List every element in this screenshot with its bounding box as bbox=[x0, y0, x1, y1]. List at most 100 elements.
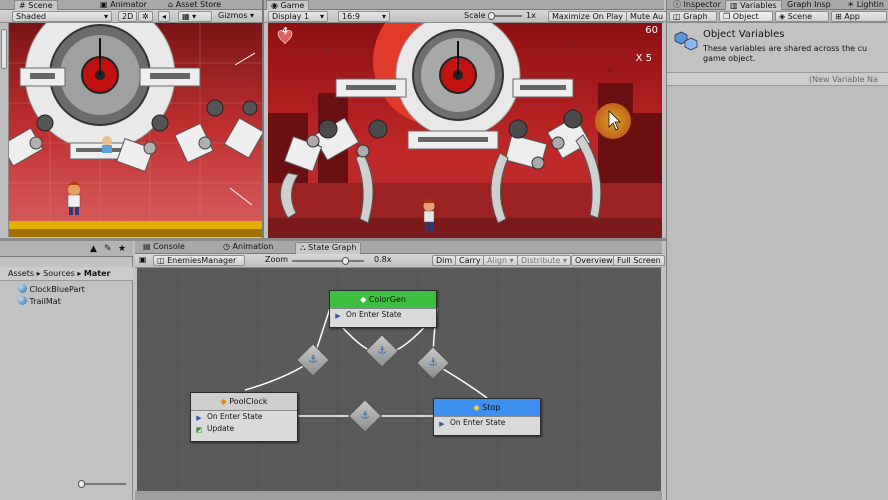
graph-breadcrumb[interactable]: ◫ EnemiesManager bbox=[153, 255, 245, 266]
info-icon: ⓘ bbox=[673, 0, 681, 9]
icon-size-slider-thumb[interactable] bbox=[78, 480, 85, 488]
new-variable-row: (New Variable Na bbox=[667, 72, 888, 86]
event-icon: ▶ bbox=[335, 312, 341, 320]
state-node-header[interactable]: ◆ Stop bbox=[434, 399, 540, 417]
variables-description-line2: game object. bbox=[703, 54, 756, 63]
console-icon: ▤ bbox=[143, 242, 151, 251]
state-node-header[interactable]: ◆ ColorGen bbox=[330, 291, 436, 309]
state-node-event-row[interactable]: ▶ On Enter State bbox=[330, 309, 436, 321]
tab-game[interactable]: ◉ Game bbox=[266, 0, 310, 10]
scope-graph-label: Graph bbox=[683, 12, 708, 21]
tab-state-graph[interactable]: ⛬ State Graph bbox=[295, 242, 362, 254]
tag-icon[interactable]: ✎ bbox=[104, 244, 112, 254]
game-viewport[interactable]: 4 60 X 5 bbox=[268, 23, 662, 238]
project-list-item[interactable]: TrailMat bbox=[18, 296, 61, 307]
breadcrumb-sources[interactable]: Sources bbox=[43, 269, 75, 278]
tab-scene[interactable]: # Scene bbox=[14, 0, 58, 10]
event-label: On Enter State bbox=[207, 412, 263, 421]
tab-lighting[interactable]: ☀ Lightin bbox=[843, 0, 888, 10]
state-node-event-row[interactable]: ▶ On Enter State bbox=[434, 417, 540, 429]
inspector-panel: ⓘ Inspector ▥ Variables Graph Insp ☀ Lig… bbox=[666, 0, 888, 500]
audio-toggle[interactable]: ◂ bbox=[158, 11, 171, 22]
cubes-icon bbox=[673, 29, 699, 55]
star-icon[interactable]: ★ bbox=[118, 244, 126, 254]
effects-dropdown[interactable]: ▦ ▾ bbox=[178, 11, 212, 22]
unity-editor-window: # Scene ▣ Animator ⌂ Asset Store ◉ Game … bbox=[0, 0, 888, 500]
scene-icon: ◈ bbox=[779, 12, 786, 21]
new-variable-input[interactable]: (New Variable Na bbox=[809, 73, 878, 86]
breadcrumb-materials[interactable]: Mater bbox=[84, 269, 111, 278]
align-dropdown[interactable]: Align ▾ bbox=[483, 255, 518, 266]
gizmos-dropdown[interactable]: Gizmos ▾ bbox=[218, 11, 254, 22]
mute-audio-toggle[interactable]: Mute Au bbox=[626, 11, 668, 22]
score-counter: 60 bbox=[645, 25, 658, 36]
icon-size-slider[interactable] bbox=[78, 480, 126, 488]
chevron-down-icon: ▾ bbox=[250, 11, 255, 20]
carry-toggle[interactable]: Carry bbox=[455, 255, 485, 266]
graph-lock-icon[interactable]: ▣ bbox=[139, 255, 147, 266]
tab-inspector[interactable]: ⓘ Inspector bbox=[669, 0, 725, 10]
state-node-poolclock[interactable]: ◆ PoolClock ▶ On Enter State ◩ Update bbox=[190, 392, 298, 442]
scope-scene[interactable]: ◈ Scene bbox=[775, 11, 829, 22]
scene-scrollbar-thumb[interactable] bbox=[1, 29, 7, 69]
state-node-stop[interactable]: ◆ Stop ▶ On Enter State bbox=[433, 398, 541, 436]
project-breadcrumb: Assets ▸ Sources ▸ Mater bbox=[0, 267, 133, 281]
breadcrumb-assets[interactable]: Assets bbox=[8, 269, 34, 278]
scene-viewport[interactable] bbox=[0, 23, 262, 237]
scope-graph[interactable]: ◫ Graph bbox=[669, 11, 717, 22]
zoom-slider-thumb[interactable] bbox=[342, 257, 349, 265]
distribute-dropdown[interactable]: Distribute ▾ bbox=[517, 255, 571, 266]
scale-slider-thumb[interactable] bbox=[488, 12, 495, 20]
state-node-title: ColorGen bbox=[368, 295, 406, 304]
lock-icon[interactable]: ▲ bbox=[90, 244, 97, 254]
scene-scrollbar[interactable] bbox=[0, 23, 9, 237]
scope-app-label: App bbox=[844, 12, 860, 21]
tab-graph-inspector[interactable]: Graph Insp bbox=[783, 0, 835, 10]
overview-label: Overview bbox=[575, 256, 613, 265]
event-label: On Enter State bbox=[346, 310, 402, 319]
zoom-label: Zoom bbox=[265, 255, 289, 264]
full-screen-label: Full Screen bbox=[617, 256, 661, 265]
shading-dropdown[interactable]: Shaded ▾ bbox=[12, 11, 112, 22]
graph-toolbar: ▣ ◫ EnemiesManager Zoom 0.8x Dim Carry A… bbox=[135, 254, 665, 268]
tab-animation[interactable]: ◷ Animation bbox=[219, 242, 277, 252]
event-icon: ▶ bbox=[439, 420, 445, 428]
scene-game-divider[interactable] bbox=[262, 0, 264, 240]
tab-asset-store-label: Asset Store bbox=[175, 0, 222, 9]
zoom-slider[interactable] bbox=[292, 257, 364, 265]
scene-tab-strip: # Scene ▣ Animator ⌂ Asset Store bbox=[0, 0, 262, 10]
cube-icon: ❒ bbox=[723, 12, 731, 21]
tab-game-label: Game bbox=[280, 1, 305, 10]
event-label: Update bbox=[207, 424, 235, 433]
display-dropdown[interactable]: Display 1 ▾ bbox=[268, 11, 328, 22]
transition-icon: ⚓ bbox=[360, 410, 370, 422]
state-node-header[interactable]: ◆ PoolClock bbox=[191, 393, 297, 411]
tab-animator[interactable]: ▣ Animator bbox=[96, 0, 151, 10]
dim-toggle[interactable]: Dim bbox=[432, 255, 457, 266]
scope-app[interactable]: ⊞ App bbox=[831, 11, 887, 22]
clock-icon: ◷ bbox=[223, 242, 230, 251]
tab-asset-store[interactable]: ⌂ Asset Store bbox=[164, 0, 225, 10]
maximize-on-play-toggle[interactable]: Maximize On Play bbox=[548, 11, 628, 22]
graph-icon: ◫ bbox=[673, 12, 681, 21]
state-node-colorgen[interactable]: ◆ ColorGen ▶ On Enter State bbox=[329, 290, 437, 328]
full-screen-button[interactable]: Full Screen bbox=[613, 255, 665, 266]
state-node-event-row[interactable]: ▶ On Enter State bbox=[191, 411, 297, 423]
state-graph-canvas[interactable]: ◆ ColorGen ▶ On Enter State ◆ PoolClock ▶… bbox=[137, 268, 661, 491]
game-tab-strip: ◉ Game bbox=[264, 0, 664, 10]
graph-status-strip bbox=[135, 491, 662, 500]
tab-console[interactable]: ▤ Console bbox=[139, 242, 189, 252]
aspect-dropdown[interactable]: 16:9 ▾ bbox=[338, 11, 390, 22]
tab-variables[interactable]: ▥ Variables bbox=[725, 0, 782, 10]
inspector-body bbox=[667, 86, 888, 500]
lighting-toggle[interactable]: ✲ bbox=[138, 11, 153, 22]
mode-2d-toggle[interactable]: 2D bbox=[118, 11, 138, 22]
state-node-event-row[interactable]: ◩ Update bbox=[191, 423, 297, 435]
project-item-label: ClockBluePart bbox=[29, 285, 85, 294]
overview-button[interactable]: Overview bbox=[571, 255, 617, 266]
scale-slider[interactable] bbox=[488, 12, 522, 20]
tab-console-label: Console bbox=[153, 242, 185, 251]
scope-object[interactable]: ❒ Object bbox=[719, 11, 773, 22]
state-node-title: Stop bbox=[482, 403, 501, 412]
project-list-item[interactable]: ClockBluePart bbox=[18, 284, 85, 295]
